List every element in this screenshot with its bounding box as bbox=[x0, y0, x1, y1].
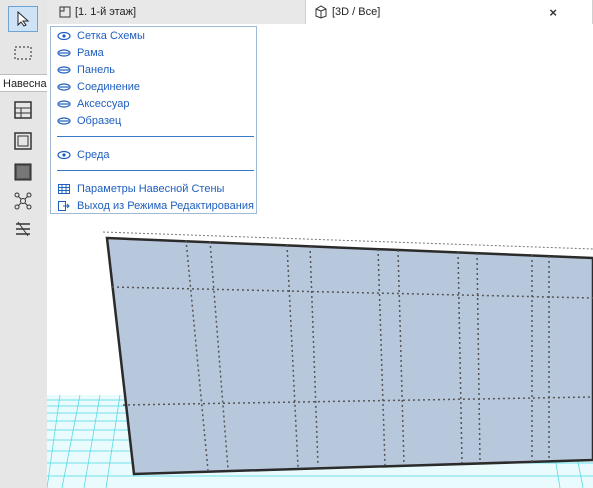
menu-item-exit-edit-mode[interactable]: Выход из Режима Редактирования bbox=[51, 198, 258, 214]
menu-item-frame[interactable]: Рама bbox=[51, 45, 258, 61]
menu-item-junction[interactable]: Соединение bbox=[51, 79, 258, 95]
marquee-tool-button[interactable] bbox=[8, 40, 38, 66]
junction-icon bbox=[14, 192, 32, 210]
cube-icon bbox=[314, 5, 328, 19]
menu-item-environment[interactable]: Среда bbox=[51, 147, 258, 163]
floor-plan-icon bbox=[59, 6, 71, 18]
menu-item-label: Образец bbox=[77, 115, 122, 127]
curtain-wall[interactable] bbox=[105, 236, 593, 476]
menu-item-label: Аксессуар bbox=[77, 98, 130, 110]
tab-3d-view-label: [3D / Все] bbox=[332, 6, 381, 18]
curtain-wall-edit-menu: Сетка Схемы Рама Панель Соединение Аксес… bbox=[50, 26, 257, 214]
menu-item-scheme-grid[interactable]: Сетка Схемы bbox=[51, 28, 258, 44]
panel-tool-button[interactable] bbox=[8, 159, 38, 185]
eye-closed-icon bbox=[57, 65, 71, 75]
eye-open-icon bbox=[57, 150, 71, 160]
tab-bar: [1. 1-й этаж] [3D / Все] × bbox=[47, 0, 593, 25]
frame-tool-button[interactable] bbox=[8, 128, 38, 154]
menu-separator bbox=[57, 136, 254, 137]
eye-closed-icon bbox=[57, 116, 71, 126]
eye-open-icon bbox=[57, 31, 71, 41]
menu-item-label: Выход из Режима Редактирования bbox=[77, 200, 254, 212]
arrow-icon bbox=[17, 11, 30, 27]
arrow-tool-button[interactable] bbox=[8, 6, 38, 32]
panel-icon bbox=[14, 163, 32, 181]
menu-item-label: Среда bbox=[77, 149, 110, 161]
menu-item-wall-settings[interactable]: Параметры Навесной Стены bbox=[51, 181, 258, 197]
junction-tool-button[interactable] bbox=[8, 188, 38, 214]
tab-floor-plan[interactable]: [1. 1-й этаж] bbox=[47, 0, 305, 24]
menu-item-label: Панель bbox=[77, 64, 116, 76]
menu-item-label: Сетка Схемы bbox=[77, 30, 145, 42]
frame-icon bbox=[14, 132, 32, 150]
close-tab-button[interactable]: × bbox=[549, 5, 557, 20]
toolbox-section-label: Навесна bbox=[0, 74, 47, 92]
eye-closed-icon bbox=[57, 99, 71, 109]
menu-separator bbox=[57, 170, 254, 171]
eye-closed-icon bbox=[57, 48, 71, 58]
accessory-icon bbox=[16, 221, 30, 237]
exit-icon bbox=[57, 201, 71, 211]
scheme-tool-button[interactable] bbox=[8, 97, 38, 123]
menu-item-sample[interactable]: Образец bbox=[51, 113, 258, 129]
marquee-icon bbox=[14, 46, 32, 60]
curtain-wall-scheme-icon bbox=[14, 101, 32, 119]
menu-item-label: Рама bbox=[77, 47, 104, 59]
menu-item-panel[interactable]: Панель bbox=[51, 62, 258, 78]
eye-closed-icon bbox=[57, 82, 71, 92]
menu-item-label: Соединение bbox=[77, 81, 141, 93]
accessory-tool-button[interactable] bbox=[8, 216, 38, 242]
menu-item-accessory[interactable]: Аксессуар bbox=[51, 96, 258, 112]
tab-floor-plan-label: [1. 1-й этаж] bbox=[75, 6, 137, 18]
menu-item-label: Параметры Навесной Стены bbox=[77, 183, 225, 195]
grid-settings-icon bbox=[57, 184, 71, 194]
toolbox: Навесна bbox=[0, 0, 48, 488]
